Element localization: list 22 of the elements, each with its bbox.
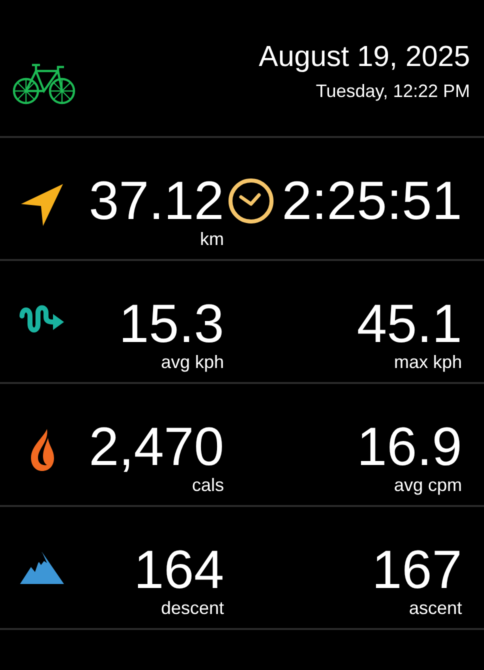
stat-unit: avg cpm bbox=[394, 476, 462, 494]
squiggle-arrow-icon bbox=[19, 305, 65, 333]
stat-value: 2,470 bbox=[88, 422, 224, 472]
day-time-text: Tuesday, 12:22 PM bbox=[316, 82, 470, 100]
navigation-arrow-icon bbox=[19, 182, 65, 228]
stat-value: 16.9 bbox=[356, 422, 462, 472]
stat-unit: descent bbox=[160, 599, 224, 617]
stat-unit: max kph bbox=[394, 353, 462, 371]
date-text: August 19, 2025 bbox=[258, 42, 470, 72]
stat-unit: cals bbox=[192, 476, 224, 494]
mountain-icon bbox=[19, 551, 65, 585]
stat-unit: ascent bbox=[408, 599, 462, 617]
stat-unit: km bbox=[200, 230, 224, 248]
stat-value: 167 bbox=[372, 545, 462, 595]
stat-value: 15.3 bbox=[118, 299, 224, 349]
clock-icon bbox=[228, 178, 274, 224]
stat-value: 164 bbox=[134, 545, 224, 595]
stat-unit: avg kph bbox=[160, 353, 224, 371]
stat-value: 37.12 bbox=[88, 176, 224, 226]
stat-value: 45.1 bbox=[356, 299, 462, 349]
stat-value: 2:25:51 bbox=[282, 176, 462, 226]
flame-icon bbox=[29, 428, 55, 472]
